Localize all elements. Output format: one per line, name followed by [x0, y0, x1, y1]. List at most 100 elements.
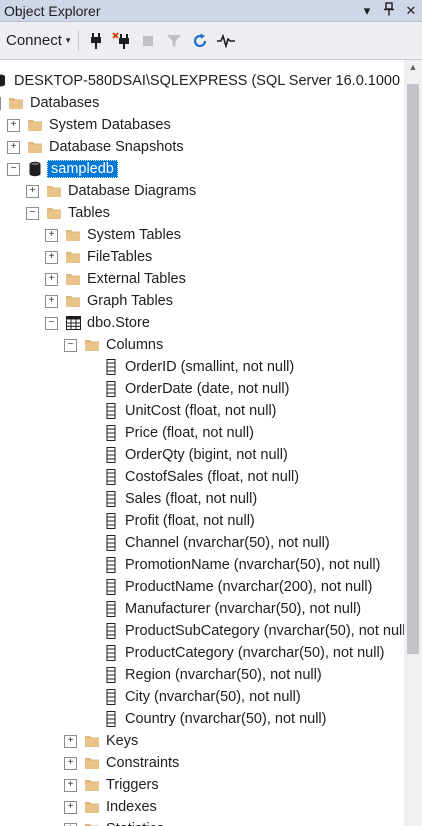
folder-icon — [65, 271, 81, 287]
expand-icon[interactable]: + — [26, 184, 39, 198]
tree-node-columns[interactable]: − Columns — [64, 334, 165, 356]
close-icon[interactable]: ✕ — [400, 3, 422, 19]
expand-icon[interactable]: + — [64, 734, 77, 748]
column-icon — [103, 381, 119, 397]
column-icon — [103, 623, 119, 639]
object-explorer-toolbar: Connect ▾ — [0, 22, 422, 60]
collapse-icon[interactable]: − — [26, 206, 39, 220]
filter-icon[interactable] — [164, 31, 184, 51]
window-position-dropdown-icon[interactable]: ▾ — [356, 3, 378, 19]
tree-node-label: Indexes — [106, 799, 157, 815]
tree-node-col-unitcost[interactable]: UnitCost (float, not null) — [83, 400, 279, 422]
tree-node-col-price[interactable]: Price (float, not null) — [83, 422, 256, 444]
column-icon — [103, 579, 119, 595]
tree-node-col-orderdate[interactable]: OrderDate (date, not null) — [83, 378, 291, 400]
expand-icon[interactable]: + — [45, 228, 58, 242]
tree-node-database-diagrams[interactable]: + Database Diagrams — [26, 180, 198, 202]
column-icon — [103, 359, 119, 375]
folder-icon — [65, 227, 81, 243]
tree-node-triggers[interactable]: + Triggers — [64, 774, 161, 796]
tree-node-server[interactable]: DESKTOP-580DSAI\SQLEXPRESS (SQL Server 1… — [0, 70, 404, 92]
folder-icon — [84, 777, 100, 793]
folder-icon — [84, 799, 100, 815]
pin-icon[interactable] — [378, 2, 400, 19]
column-icon — [103, 689, 119, 705]
expand-icon[interactable]: + — [7, 118, 20, 132]
tree-node-col-sales[interactable]: Sales (float, not null) — [83, 488, 259, 510]
tree-node-label: dbo.Store — [87, 315, 150, 331]
tree-node-databases[interactable]: − Databases — [0, 92, 101, 114]
tree-node-keys[interactable]: + Keys — [64, 730, 140, 752]
scroll-up-icon[interactable]: ▲ — [404, 62, 422, 78]
server-icon — [0, 73, 8, 89]
tree-node-sampledb[interactable]: − sampledb — [7, 158, 118, 180]
tree-node-label: Manufacturer (nvarchar(50), not null) — [125, 601, 362, 617]
column-icon — [103, 667, 119, 683]
collapse-icon[interactable]: − — [45, 316, 58, 330]
tree-node-col-productname[interactable]: ProductName (nvarchar(200), not null) — [83, 576, 374, 598]
tree-node-col-productcategory[interactable]: ProductCategory (nvarchar(50), not null) — [83, 642, 387, 664]
tree-node-database-snapshots[interactable]: + Database Snapshots — [7, 136, 186, 158]
tree-node-system-databases[interactable]: + System Databases — [7, 114, 173, 136]
tree-node-label: Columns — [106, 337, 164, 353]
tree-node-col-profit[interactable]: Profit (float, not null) — [83, 510, 257, 532]
tree-node-label: OrderID (smallint, not null) — [125, 359, 295, 375]
refresh-icon[interactable] — [190, 31, 210, 51]
expand-icon[interactable]: + — [64, 800, 77, 814]
expand-icon[interactable]: + — [64, 756, 77, 770]
tree-node-col-costofsales[interactable]: CostofSales (float, not null) — [83, 466, 301, 488]
collapse-icon[interactable]: − — [64, 338, 77, 352]
tree-node-dbo-store[interactable]: − dbo.Store — [45, 312, 152, 334]
tree-node-label: Graph Tables — [87, 293, 173, 309]
folder-icon — [65, 249, 81, 265]
tree-node-label: Price (float, not null) — [125, 425, 254, 441]
folder-icon — [27, 117, 43, 133]
tree-node-filetables[interactable]: + FileTables — [45, 246, 154, 268]
tree-node-col-promotionname[interactable]: PromotionName (nvarchar(50), not null) — [83, 554, 382, 576]
connect-plug-icon[interactable] — [86, 31, 106, 51]
tree-node-col-channel[interactable]: Channel (nvarchar(50), not null) — [83, 532, 332, 554]
tree-node-col-country[interactable]: Country (nvarchar(50), not null) — [83, 708, 328, 730]
tree-node-graph-tables[interactable]: + Graph Tables — [45, 290, 175, 312]
tree-node-constraints[interactable]: + Constraints — [64, 752, 181, 774]
expand-icon[interactable]: + — [45, 294, 58, 308]
column-icon — [103, 645, 119, 661]
expand-icon[interactable]: + — [64, 778, 77, 792]
column-icon — [103, 447, 119, 463]
tree-node-system-tables[interactable]: + System Tables — [45, 224, 183, 246]
tree-node-label: Channel (nvarchar(50), not null) — [125, 535, 330, 551]
tree-node-label: System Databases — [49, 117, 171, 133]
tree-node-indexes[interactable]: + Indexes — [64, 796, 159, 818]
tree-node-label: Database Diagrams — [68, 183, 197, 199]
tree-node-tables[interactable]: − Tables — [26, 202, 112, 224]
expand-icon[interactable]: + — [64, 822, 77, 826]
tree-node-label: Statistics — [104, 821, 166, 826]
object-explorer-titlebar: Object Explorer ▾ ✕ — [0, 0, 422, 22]
tree-node-col-orderid[interactable]: OrderID (smallint, not null) — [83, 356, 296, 378]
stop-icon[interactable] — [138, 31, 158, 51]
tree-node-col-city[interactable]: City (nvarchar(50), not null) — [83, 686, 303, 708]
tree-node-label: Triggers — [106, 777, 159, 793]
collapse-icon[interactable]: − — [7, 162, 20, 176]
activity-monitor-icon[interactable] — [216, 31, 236, 51]
expand-icon[interactable]: + — [45, 250, 58, 264]
connect-button[interactable]: Connect ▾ — [6, 32, 70, 49]
tree-node-label: External Tables — [87, 271, 186, 287]
vertical-scrollbar[interactable]: ▲ — [404, 60, 422, 826]
tree-node-col-manufacturer[interactable]: Manufacturer (nvarchar(50), not null) — [83, 598, 363, 620]
scrollbar-thumb[interactable] — [407, 84, 419, 654]
tree-node-col-productsubcategory[interactable]: ProductSubCategory (nvarchar(50), not nu… — [83, 620, 404, 642]
collapse-icon[interactable]: − — [0, 96, 1, 110]
column-icon — [103, 491, 119, 507]
panel-title: Object Explorer — [4, 2, 101, 19]
column-icon — [103, 469, 119, 485]
expand-icon[interactable]: + — [45, 272, 58, 286]
tree-node-label: System Tables — [87, 227, 182, 243]
folder-icon — [84, 733, 100, 749]
tree-node-statistics[interactable]: + Statistics — [64, 818, 166, 826]
tree-node-col-region[interactable]: Region (nvarchar(50), not null) — [83, 664, 324, 686]
tree-node-col-orderqty[interactable]: OrderQty (bigint, not null) — [83, 444, 290, 466]
expand-icon[interactable]: + — [7, 140, 20, 154]
tree-node-external-tables[interactable]: + External Tables — [45, 268, 188, 290]
disconnect-icon[interactable] — [112, 31, 132, 51]
